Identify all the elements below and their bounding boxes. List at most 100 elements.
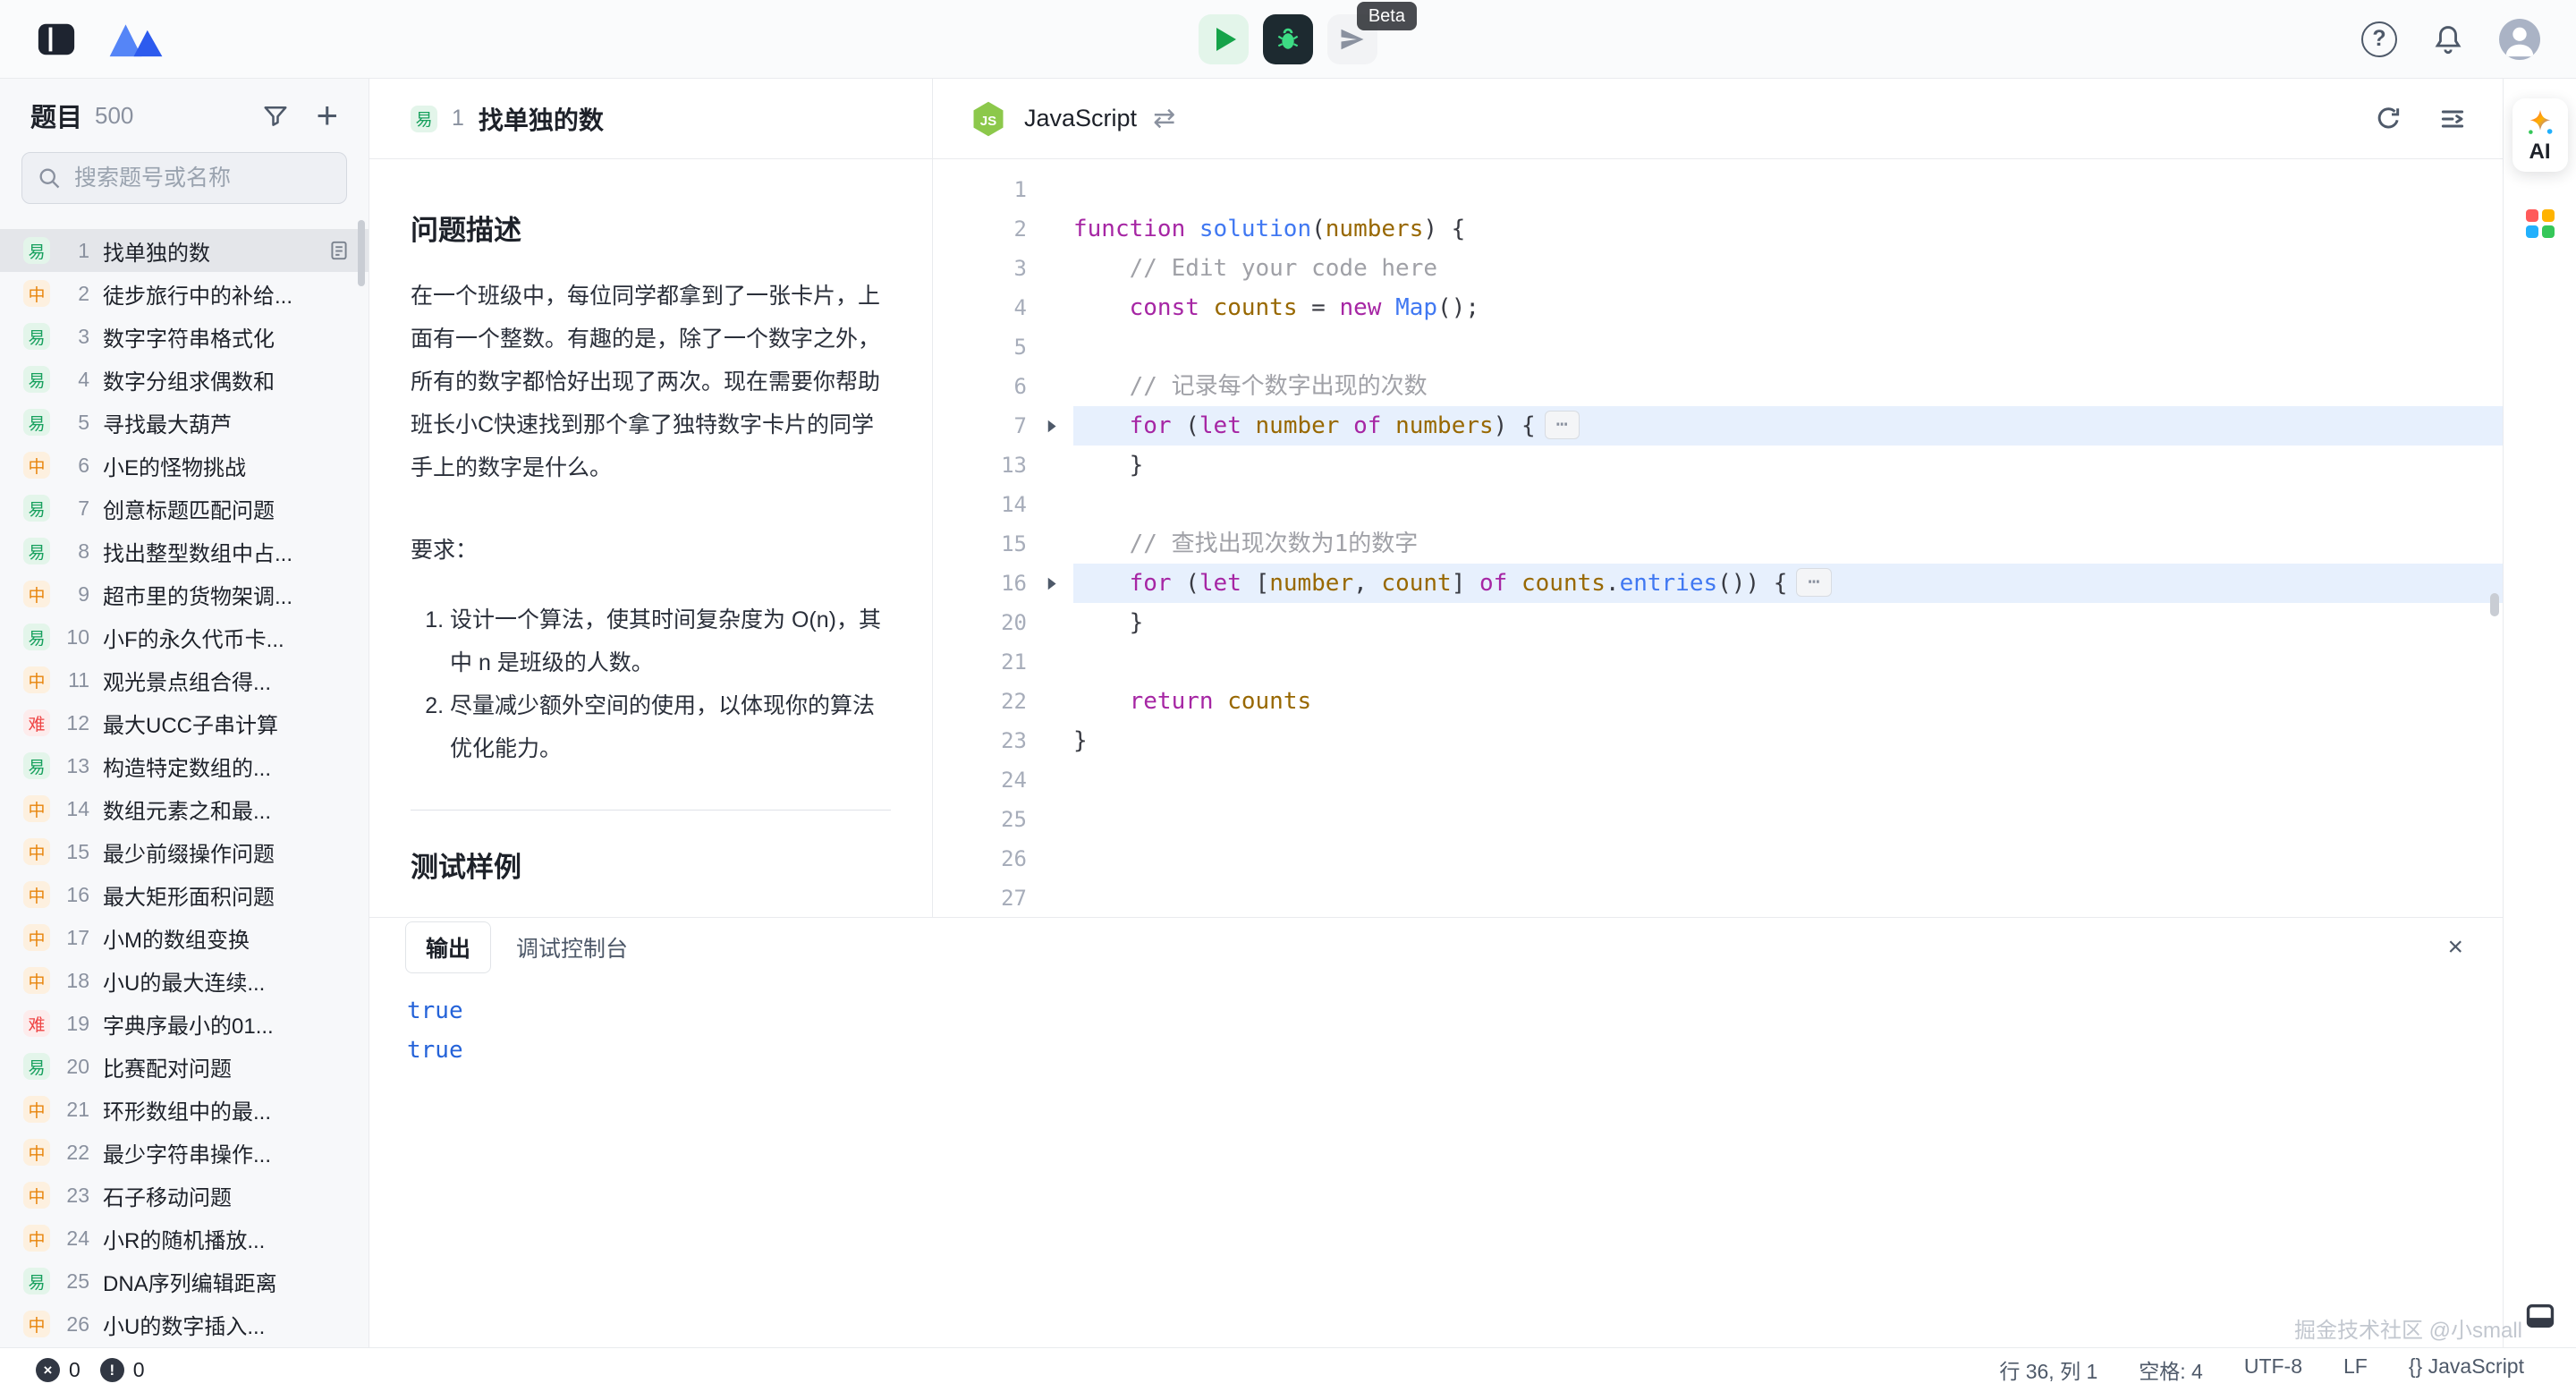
extensions-icon[interactable]: [2524, 208, 2556, 240]
code-line[interactable]: 2function solution(numbers) {: [933, 209, 2503, 249]
line-number: 21: [933, 642, 1027, 682]
fold-arrow-icon[interactable]: [1046, 564, 1059, 603]
tab-output[interactable]: 输出: [405, 921, 491, 973]
close-panel-icon[interactable]: ×: [2447, 934, 2463, 961]
problem-title: 小E的怪物挑战: [103, 450, 351, 481]
difficulty-badge: 中: [23, 1182, 50, 1209]
problem-list-item[interactable]: 中26小U的数字插入...: [0, 1303, 369, 1345]
problem-list-item[interactable]: 易13 构造特定数组的...: [0, 744, 369, 787]
code-line[interactable]: 6 // 记录每个数字出现的次数: [933, 367, 2503, 406]
marscode-logo[interactable]: [106, 19, 166, 60]
community-watermark: 掘金技术社区 @小small: [2294, 1312, 2522, 1344]
code-line[interactable]: 21: [933, 642, 2503, 682]
code-line[interactable]: 7 for (let number of numbers) {⋯: [933, 406, 2503, 446]
problem-list-item[interactable]: 中16最大矩形面积问题: [0, 873, 369, 916]
problem-list-item[interactable]: 中21环形数组中的最...: [0, 1088, 369, 1131]
difficulty-badge: 难: [23, 1010, 50, 1037]
code-line[interactable]: 15 // 查找出现次数为1的数字: [933, 524, 2503, 564]
problem-title: 构造特定数组的...: [103, 751, 351, 782]
problem-list-item[interactable]: 易20比赛配对问题: [0, 1045, 369, 1088]
problem-list-item[interactable]: 中15最少前缀操作问题: [0, 830, 369, 873]
status-item[interactable]: {} JavaScript: [2409, 1354, 2524, 1385]
problem-list-item[interactable]: 中17小M的数组变换: [0, 916, 369, 959]
difficulty-badge: 难: [23, 709, 50, 736]
problem-number: 17: [50, 926, 89, 950]
errors-icon[interactable]: ×: [36, 1358, 60, 1382]
warnings-icon[interactable]: !: [100, 1358, 124, 1382]
problem-list-item[interactable]: 易7创意标题匹配问题: [0, 487, 369, 530]
user-avatar[interactable]: [2499, 19, 2540, 60]
status-item[interactable]: 空格: 4: [2139, 1354, 2203, 1385]
code-line[interactable]: 16 for (let [number, count] of counts.en…: [933, 564, 2503, 603]
panel-layout-icon[interactable]: [2524, 1301, 2556, 1331]
code-line[interactable]: 14: [933, 485, 2503, 524]
problem-list-item[interactable]: 易5寻找最大葫芦: [0, 401, 369, 444]
problem-list-item[interactable]: 中23石子移动问题: [0, 1174, 369, 1217]
code-line[interactable]: 4 const counts = new Map();: [933, 288, 2503, 327]
sidebar-scrollbar[interactable]: [358, 220, 365, 286]
difficulty-badge: 易: [23, 323, 50, 350]
problem-list-item[interactable]: 难12最大UCC子串计算: [0, 701, 369, 744]
code-line[interactable]: 25: [933, 800, 2503, 839]
code-line[interactable]: 3 // Edit your code here: [933, 249, 2503, 288]
problem-list-item[interactable]: 易4数字分组求偶数和: [0, 358, 369, 401]
ai-assistant-button[interactable]: AI: [2512, 98, 2568, 172]
code-line[interactable]: 24: [933, 760, 2503, 800]
switch-language-icon[interactable]: ⇄: [1153, 103, 1175, 134]
search-box[interactable]: [21, 152, 347, 204]
code-line[interactable]: 26: [933, 839, 2503, 878]
sidebar-toggle-icon[interactable]: [36, 19, 77, 60]
tab-debug-console[interactable]: 调试控制台: [516, 931, 628, 963]
problem-list-item[interactable]: 易8找出整型数组中占...: [0, 530, 369, 573]
problem-list-item[interactable]: 易25DNA序列编辑距离: [0, 1260, 369, 1303]
filter-icon[interactable]: [262, 102, 289, 129]
reset-code-icon[interactable]: [2374, 105, 2402, 133]
difficulty-badge: 中: [23, 1096, 50, 1123]
folded-code-ellipsis[interactable]: ⋯: [1796, 568, 1831, 597]
problem-list-item[interactable]: 易3数字字符串格式化: [0, 315, 369, 358]
warnings-count: 0: [133, 1358, 145, 1382]
fold-arrow-icon[interactable]: [1046, 406, 1059, 446]
problem-list-item[interactable]: 中2徒步旅行中的补给...: [0, 272, 369, 315]
run-button[interactable]: [1199, 14, 1249, 64]
problem-title: 最少前缀操作问题: [103, 836, 351, 868]
difficulty-badge: 中: [23, 280, 50, 307]
notification-bell-icon[interactable]: [2431, 22, 2465, 56]
editor-scrollbar[interactable]: [2490, 593, 2499, 616]
problem-number: 24: [50, 1226, 89, 1251]
difficulty-badge: 易: [23, 752, 50, 779]
add-problem-icon[interactable]: +: [316, 97, 338, 134]
problem-count: 500: [95, 102, 133, 130]
problem-list-item[interactable]: 易1找单独的数: [0, 229, 369, 272]
code-line[interactable]: 1: [933, 170, 2503, 209]
folded-code-ellipsis[interactable]: ⋯: [1545, 411, 1580, 439]
problem-list-item[interactable]: 易10小F的永久代币卡...: [0, 615, 369, 658]
help-icon[interactable]: ?: [2361, 21, 2397, 57]
code-line[interactable]: 5: [933, 327, 2503, 367]
code-area[interactable]: 12function solution(numbers) {3 // Edit …: [933, 159, 2503, 917]
code-line[interactable]: 27: [933, 878, 2503, 917]
code-line[interactable]: 23}: [933, 721, 2503, 760]
submit-button[interactable]: Beta: [1327, 14, 1377, 64]
problem-number: 23: [50, 1184, 89, 1208]
problem-list-item[interactable]: 中22最少字符串操作...: [0, 1131, 369, 1174]
problem-list-item[interactable]: 中9超市里的货物架调...: [0, 573, 369, 615]
problem-list-item[interactable]: 中14数组元素之和最...: [0, 787, 369, 830]
format-code-icon[interactable]: [2438, 105, 2467, 133]
code-line[interactable]: 13 }: [933, 446, 2503, 485]
status-item[interactable]: LF: [2343, 1354, 2368, 1385]
problem-list-item[interactable]: 中6小E的怪物挑战: [0, 444, 369, 487]
status-item[interactable]: 行 36, 列 1: [1999, 1354, 2097, 1385]
problem-number: 13: [50, 754, 89, 778]
code-line[interactable]: 22 return counts: [933, 682, 2503, 721]
problem-list-item[interactable]: 中18小U的最大连续...: [0, 959, 369, 1002]
search-input[interactable]: [72, 165, 332, 192]
problem-title: 数字分组求偶数和: [103, 364, 351, 395]
code-line[interactable]: 20 }: [933, 603, 2503, 642]
debug-button[interactable]: [1263, 14, 1313, 64]
problem-list-item[interactable]: 中11观光景点组合得...: [0, 658, 369, 701]
problem-list-item[interactable]: 中24小R的随机播放...: [0, 1217, 369, 1260]
problem-number: 26: [50, 1312, 89, 1337]
status-item[interactable]: UTF-8: [2244, 1354, 2302, 1385]
problem-list-item[interactable]: 难19字典序最小的01...: [0, 1002, 369, 1045]
